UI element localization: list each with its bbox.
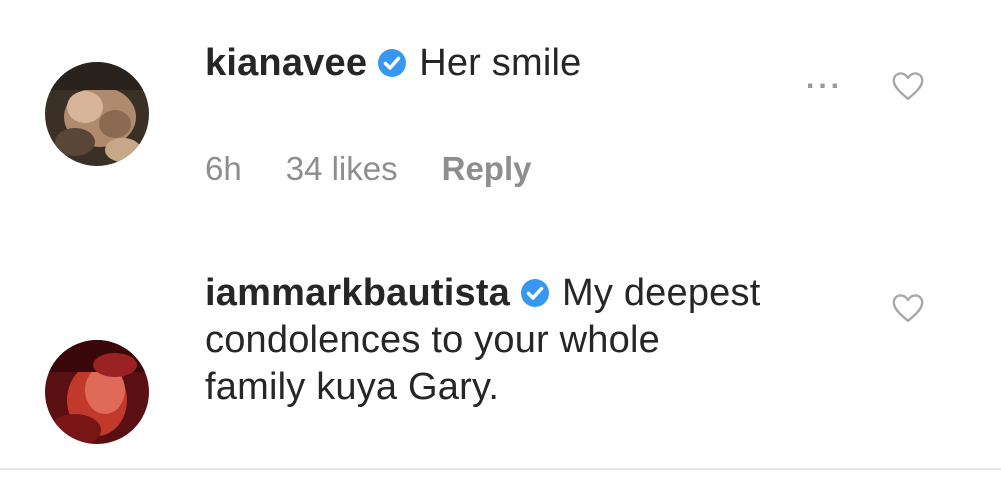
- comment-text-line: condolences to your whole: [205, 319, 660, 361]
- verified-badge-icon: [520, 278, 550, 308]
- divider: [0, 468, 1001, 470]
- reply-button[interactable]: Reply: [442, 150, 532, 187]
- user-avatar-icon[interactable]: [45, 62, 149, 166]
- comment-text-block: iammarkbautista My deepest condolences to…: [205, 270, 845, 411]
- comment-timestamp[interactable]: 6h: [205, 150, 242, 187]
- more-options-button[interactable]: ...: [806, 62, 843, 96]
- heart-outline-icon[interactable]: [890, 68, 926, 104]
- heart-outline-icon[interactable]: [890, 290, 926, 326]
- comment-text-line: family kuya Gary.: [205, 366, 500, 408]
- verified-badge-icon: [377, 48, 407, 78]
- comment-2: iammarkbautista My deepest condolences to…: [0, 230, 1001, 470]
- username-link[interactable]: iammarkbautista: [205, 272, 510, 314]
- comment-text-line: My deepest: [562, 272, 761, 314]
- username-link[interactable]: kianavee: [205, 42, 367, 84]
- comment-like-count[interactable]: 34 likes: [286, 150, 398, 187]
- comment-line-1: iammarkbautista My deepest: [205, 270, 845, 317]
- comment-text-block: kianavee Her smile: [205, 40, 805, 87]
- user-avatar-icon[interactable]: [45, 340, 149, 444]
- comment-meta: 6h 34 likes Reply: [205, 150, 575, 188]
- comment-1: kianavee Her smile 6h 34 likes Reply ...: [0, 0, 1001, 230]
- comment-text: Her smile: [419, 42, 582, 84]
